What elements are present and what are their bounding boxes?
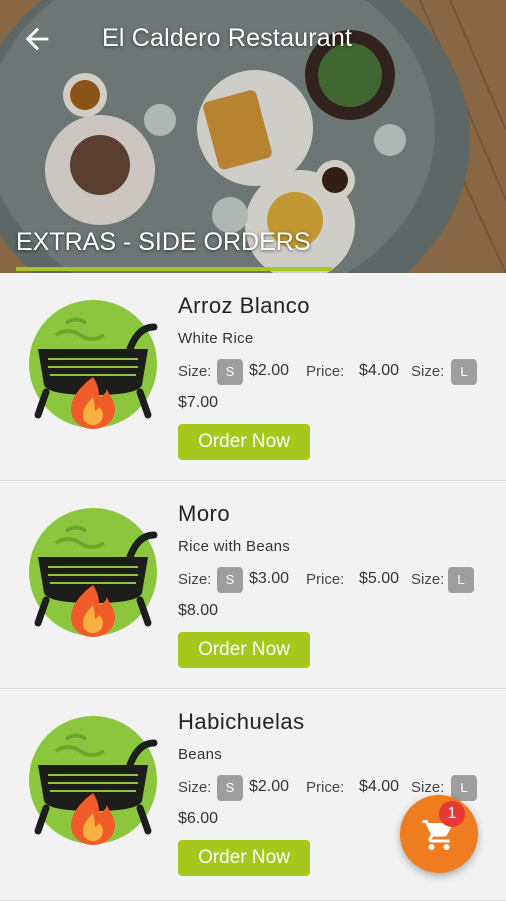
- list-item: Arroz Blanco White Rice Size: S $2.00 Pr…: [0, 273, 506, 481]
- order-now-button[interactable]: Order Now: [178, 632, 310, 668]
- size-chip-small[interactable]: S: [217, 775, 243, 801]
- price-medium: $5.00: [359, 570, 400, 587]
- price-label: Price:: [306, 779, 345, 796]
- section-title: EXTRAS - SIDE ORDERS: [16, 228, 311, 256]
- item-description: Rice with Beans: [178, 538, 291, 555]
- cart-count-badge: 1: [439, 801, 465, 827]
- size-chip-large[interactable]: L: [451, 359, 477, 385]
- app-bar: El Caldero Restaurant: [0, 0, 506, 80]
- size-chip-small[interactable]: S: [217, 567, 243, 593]
- item-name: Moro: [178, 501, 231, 526]
- size-label: Size:: [178, 363, 212, 380]
- size-label-large: Size:: [411, 571, 445, 588]
- price-label: Price:: [306, 571, 345, 588]
- price-large: $8.00: [178, 602, 219, 619]
- price-label: Price:: [306, 363, 345, 380]
- price-medium: $4.00: [359, 778, 400, 795]
- size-label-large: Size:: [411, 363, 445, 380]
- price-large: $7.00: [178, 394, 219, 411]
- item-name: Habichuelas: [178, 709, 305, 734]
- price-small: $3.00: [249, 570, 290, 587]
- price-small: $2.00: [249, 778, 290, 795]
- section-underline: [16, 267, 332, 271]
- size-chip-large[interactable]: L: [448, 567, 474, 593]
- price-large: $6.00: [178, 810, 219, 827]
- size-chip-small[interactable]: S: [217, 359, 243, 385]
- cauldron-logo-icon: [29, 716, 158, 845]
- size-price-row: Size: S $3.00 Price: $5.00 Size: L: [178, 567, 498, 597]
- back-button[interactable]: [20, 22, 54, 56]
- list-item: Moro Rice with Beans Size: S $3.00 Price…: [0, 481, 506, 689]
- cauldron-logo-icon: [29, 300, 158, 429]
- size-label: Size:: [178, 779, 212, 796]
- size-label: Size:: [178, 571, 212, 588]
- cart-button[interactable]: [400, 795, 478, 873]
- price-medium: $4.00: [359, 362, 400, 379]
- size-chip-large[interactable]: L: [451, 775, 477, 801]
- size-label-large: Size:: [411, 779, 445, 796]
- item-description: White Rice: [178, 330, 254, 347]
- cauldron-logo-icon: [29, 508, 158, 637]
- size-price-row: Size: S $2.00 Price: $4.00 Size: L: [178, 359, 498, 389]
- hero-banner: El Caldero Restaurant EXTRAS - SIDE ORDE…: [0, 0, 506, 273]
- order-now-button[interactable]: Order Now: [178, 424, 310, 460]
- order-now-button[interactable]: Order Now: [178, 840, 310, 876]
- item-name: Arroz Blanco: [178, 293, 310, 318]
- item-description: Beans: [178, 746, 223, 763]
- page-title: El Caldero Restaurant: [102, 24, 353, 52]
- price-small: $2.00: [249, 362, 290, 379]
- arrow-left-icon: [25, 27, 49, 51]
